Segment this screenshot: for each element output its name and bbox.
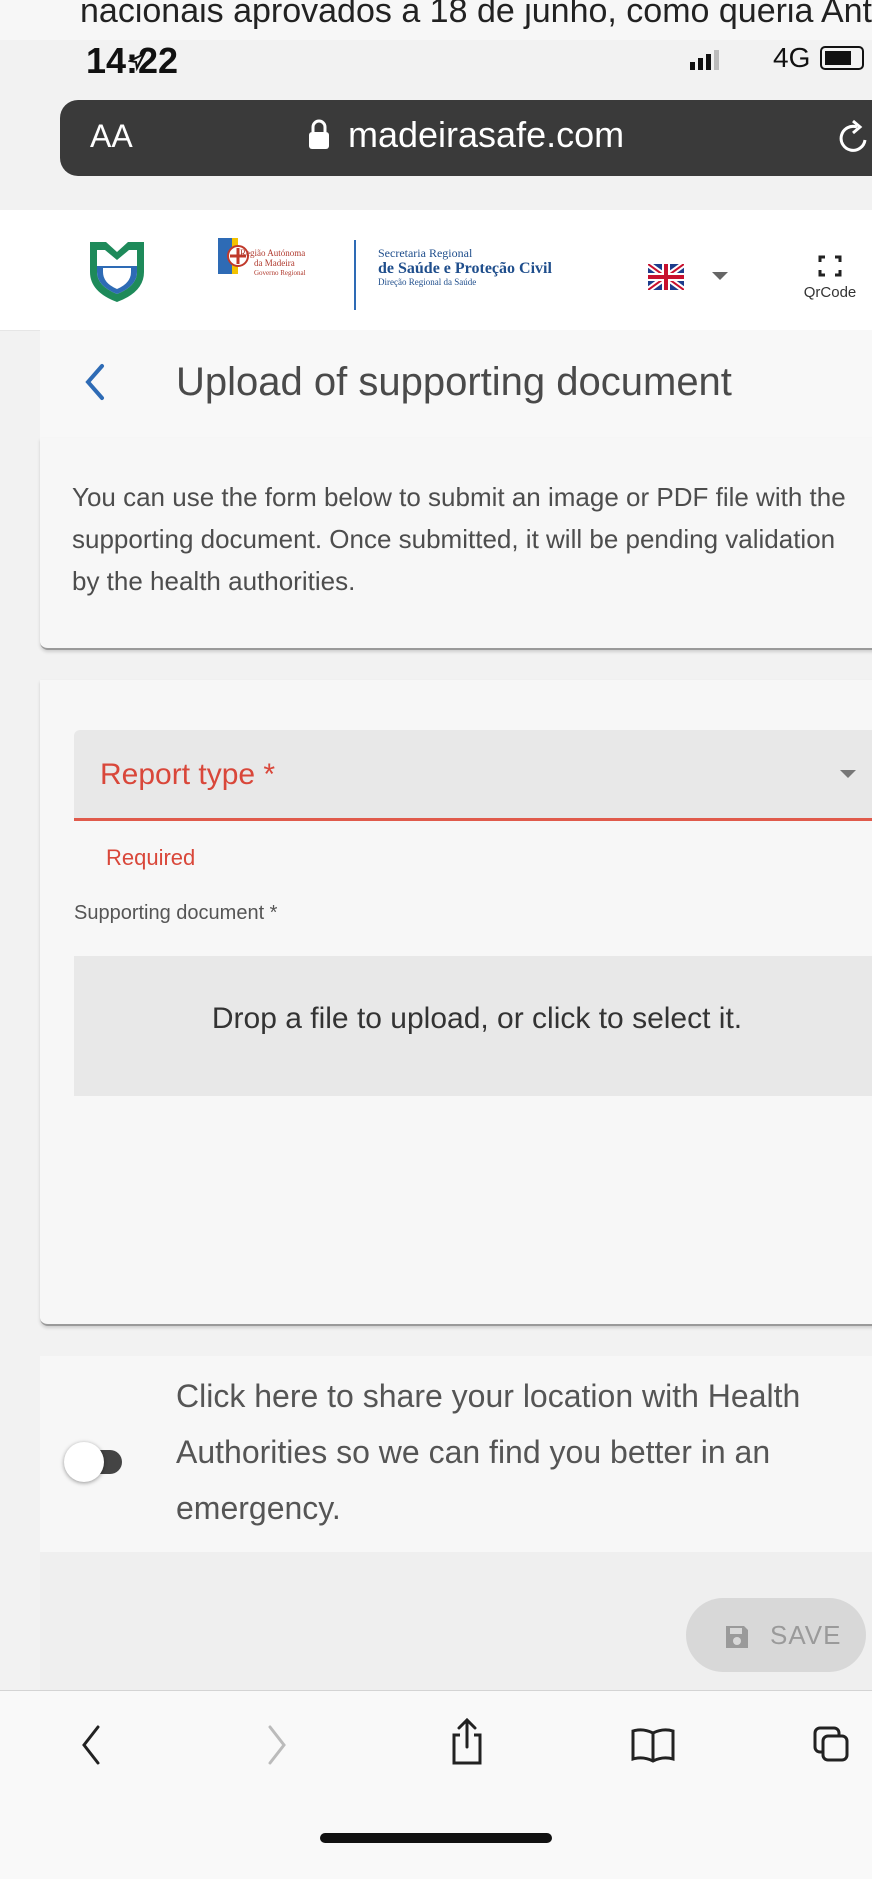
status-bar: 14:22 4G [0,18,872,81]
browser-url-bar[interactable]: AA madeirasafe.com [60,100,872,176]
required-error-text: Required [106,845,196,870]
uk-flag-icon[interactable] [648,264,684,290]
location-share-card: Click here to share your location with H… [40,1356,872,1552]
madeira-safe-logo[interactable] [86,238,148,304]
dropdown-caret-icon [840,770,856,778]
battery-level [825,51,851,65]
srspc-line-2: de Saúde e Proteção Civil [378,260,552,277]
battery-icon [820,46,864,70]
browser-toolbar [0,1690,872,1879]
chevron-down-icon[interactable] [710,270,730,282]
location-share-text[interactable]: Click here to share your location with H… [176,1368,856,1536]
home-indicator[interactable] [320,1833,552,1843]
save-button[interactable]: SAVE [686,1598,866,1672]
url-text[interactable]: madeirasafe.com [348,114,624,156]
save-label: SAVE [770,1620,842,1650]
regiao-autonoma-text: Região Autónoma da Madeira Governo Regio… [240,248,306,278]
raml-line-2: da Madeira [254,258,295,268]
text-size-button[interactable]: AA [90,118,133,155]
location-toggle[interactable] [64,1442,122,1482]
floppy-disk-icon [726,1626,748,1648]
srspc-line-1: Secretaria Regional [378,246,473,260]
toggle-knob [64,1442,104,1482]
network-type: 4G [773,42,811,73]
tabs-icon[interactable] [812,1725,852,1765]
location-arrow-icon [128,52,146,72]
logo-divider [354,240,356,310]
action-bar: SAVE [40,1552,872,1690]
srspc-line-3: Direção Regional da Saúde [378,277,477,287]
report-type-label: Report type * [100,758,276,791]
supporting-document-label: Supporting document * [74,902,278,924]
raml-line-3: Governo Regional [254,269,306,277]
lock-icon [309,119,329,149]
secretaria-regional-logo: Secretaria Regional de Saúde e Proteção … [378,246,552,287]
share-icon[interactable] [448,1717,486,1767]
dropzone-text: Drop a file to upload, or click to selec… [211,1002,743,1035]
qrcode-label: QrCode [803,284,857,301]
file-dropzone[interactable]: Drop a file to upload, or click to selec… [74,956,872,1096]
intro-text: You can use the form below to submit an … [72,482,846,596]
browser-forward-icon[interactable] [264,1723,290,1767]
back-arrow-icon[interactable] [80,360,110,404]
bookmarks-icon[interactable] [630,1727,676,1763]
site-header: Região Autónoma da Madeira Governo Regio… [0,210,872,331]
signal-icon [690,50,722,70]
browser-back-icon[interactable] [78,1723,104,1767]
intro-card: You can use the form below to submit an … [40,438,872,650]
report-type-select[interactable]: Report type * [74,730,872,821]
qrcode-button[interactable]: QrCode [790,254,870,314]
page-title: Upload of supporting document [176,360,732,404]
reload-icon[interactable] [835,118,872,158]
raml-line-1: Região Autónoma [240,248,306,258]
qrcode-icon [818,255,842,277]
page-title-bar: Upload of supporting document [40,330,872,438]
upload-form: Report type * Required Supporting docume… [40,680,872,1326]
